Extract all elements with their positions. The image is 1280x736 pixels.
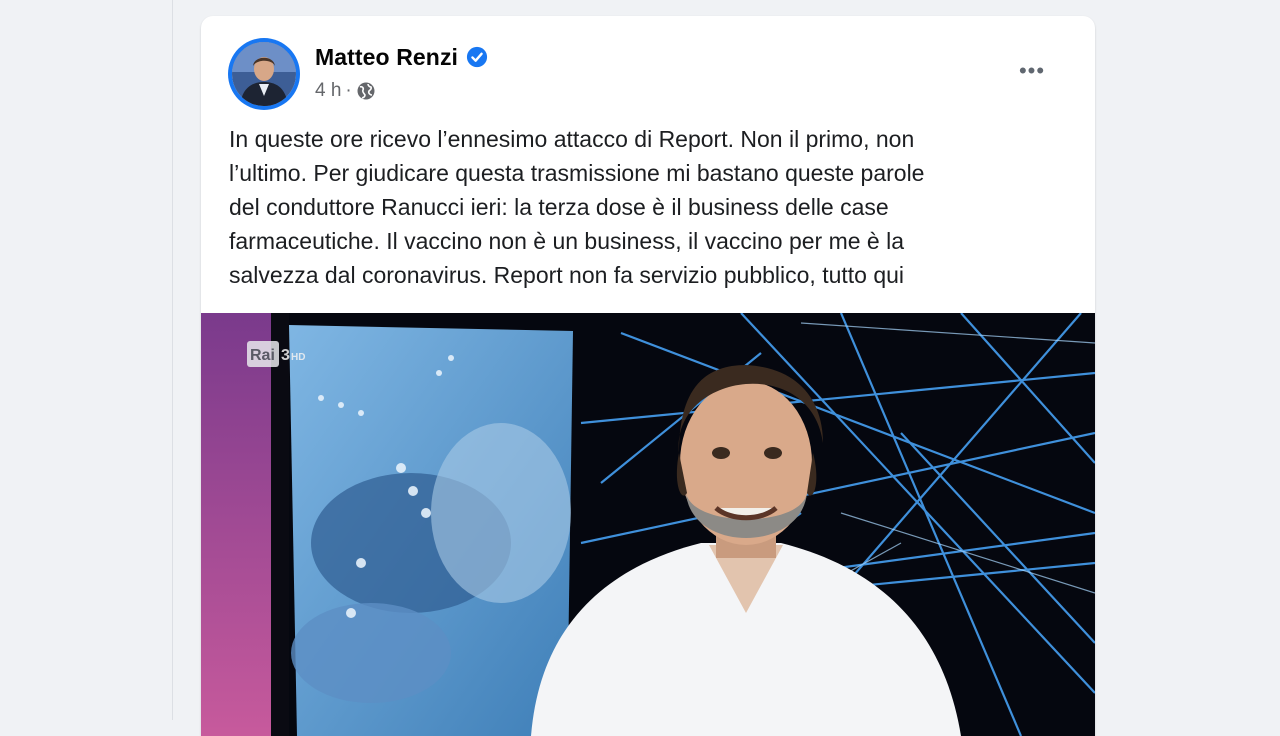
avatar-photo	[232, 42, 296, 106]
channel-number: 3	[281, 347, 290, 364]
left-column	[0, 0, 172, 720]
channel-suffix: HD	[291, 352, 305, 363]
author-name[interactable]: Matteo Renzi	[315, 44, 458, 71]
channel-logo: Rai	[250, 347, 275, 364]
right-column	[1105, 0, 1280, 720]
post-timestamp[interactable]: 4 h	[315, 80, 341, 102]
verified-badge-icon	[466, 46, 488, 68]
more-options-icon[interactable]: •••	[1009, 56, 1055, 86]
post-video[interactable]: Rai 3 HD	[201, 313, 1095, 736]
post-meta: 4 h ·	[315, 78, 376, 104]
meta-separator: ·	[345, 80, 352, 101]
globe-icon[interactable]	[356, 81, 376, 101]
post-card: Matteo Renzi 4 h · ••• In queste ore ric…	[201, 16, 1095, 736]
post-text: In queste ore ricevo l’ennesimo attacco …	[229, 126, 925, 288]
author-row: Matteo Renzi	[315, 42, 488, 72]
author-avatar[interactable]	[228, 38, 300, 110]
column-divider	[172, 0, 173, 720]
